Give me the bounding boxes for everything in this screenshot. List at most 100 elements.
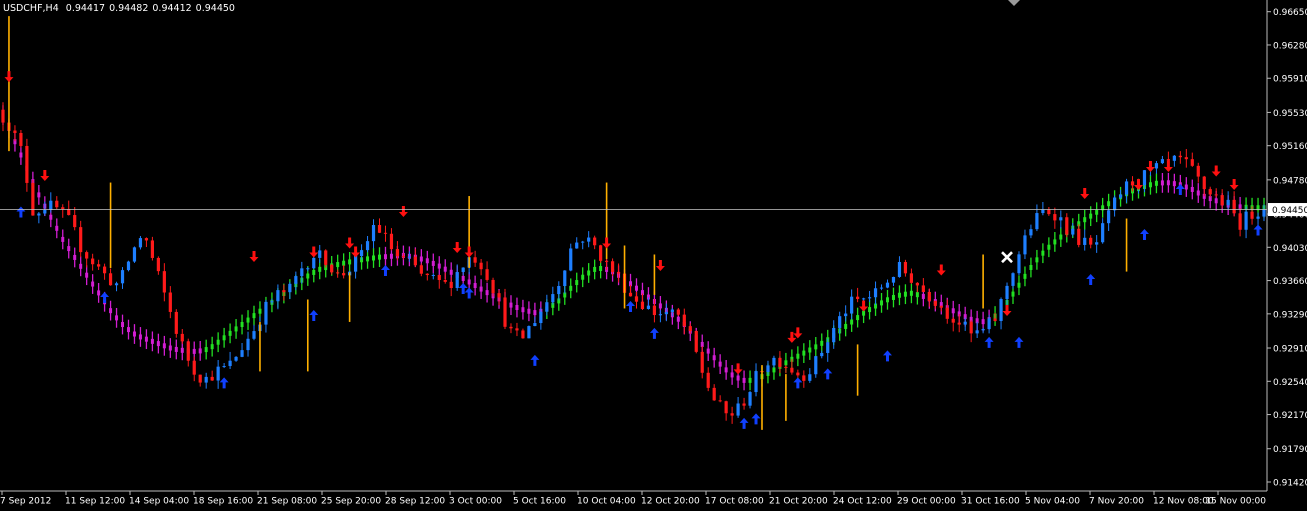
x-tick-label: 7 Nov 20:00 [1089,497,1144,507]
candle-body [867,297,872,299]
up-arrow-icon [1014,336,1024,348]
down-arrow-icon [793,327,803,339]
band-block [1148,182,1152,188]
candle [485,261,489,282]
candle-body [605,260,609,262]
candle-body [306,268,310,270]
low-value: 0.94412 [152,3,192,14]
candle-body [802,375,806,381]
candle [419,263,423,277]
candle-body [252,331,256,339]
band-block [880,300,884,306]
candle-body [359,250,364,257]
candle-body [509,326,513,329]
candle [1178,151,1182,164]
candle-body [820,352,824,357]
band-block [1017,282,1021,288]
x-tick-label: 5 Oct 16:00 [513,497,566,507]
candle-body [31,182,35,216]
band-block [222,335,226,341]
candle [1083,229,1087,251]
candle [461,267,465,276]
candle [1011,272,1015,289]
candle [1017,251,1021,276]
band-block [228,330,232,336]
candle [1107,208,1111,231]
candle-body [1118,194,1123,198]
candle-body [485,269,489,280]
band-block [19,152,23,158]
candle [1065,213,1069,238]
y-tick-label: 0.92170 [1273,411,1307,421]
band-block [1011,291,1015,297]
down-arrow-icon [859,300,869,312]
up-arrow-icon [1175,184,1185,196]
candle-body [1059,217,1063,221]
band-block [981,319,985,325]
candle-body [927,291,931,301]
band-block [306,273,310,279]
candle-body [353,256,358,272]
candle [915,282,919,293]
candle-body [1047,209,1051,215]
candle [724,400,728,421]
band-block [366,256,370,262]
candle-body [1029,229,1033,236]
candle-body [1017,254,1021,274]
candle [957,314,961,333]
candle-body [1160,159,1165,164]
band-block [73,254,77,260]
candle [156,256,160,275]
candle [264,299,268,333]
candle-body [79,227,83,253]
candle-body [97,264,101,267]
band-block [79,263,83,269]
band-block [814,344,818,350]
up-arrow-icon [823,368,833,380]
candle-body [545,302,549,312]
up-arrow-icon [739,417,749,429]
candle-body [682,314,686,327]
candle-body [616,271,621,274]
chart-window[interactable]: 0.96650 0.96280 0.95910 0.95530 0.95160 0.947… [0,0,1307,511]
band-block [921,293,925,299]
band-block [951,308,955,314]
band-block [736,375,740,381]
band-block [1196,190,1200,196]
candle [718,395,722,403]
candle-body [1262,209,1266,217]
price-chart[interactable]: 0.96650 0.96280 0.95910 0.95530 0.95160 0.947… [0,0,1307,511]
candle [1190,152,1194,167]
candle-body [138,238,143,248]
candle-body [431,274,435,276]
candle-body [264,301,268,325]
candle [342,265,346,279]
candle [210,370,214,381]
candle [192,356,196,382]
candle [168,286,172,319]
candle [126,260,131,272]
candle-body [1053,214,1057,221]
candle-body [784,366,788,368]
candle [120,267,125,289]
band-block [485,290,489,296]
candle-body [957,322,961,325]
band-block [55,225,59,231]
candle [676,307,680,316]
x-tick-label: 5 Nov 04:00 [1025,497,1080,507]
y-tick-label: 0.96650 [1273,8,1307,18]
candle [933,300,937,309]
candle [216,360,220,389]
candle [389,228,394,251]
band-block [1023,273,1027,279]
candle-body [712,387,716,401]
band-block [915,292,919,298]
candle-body [939,305,943,308]
band-block [234,326,238,332]
candle-body [903,261,908,274]
candle [569,243,573,272]
band-block [1166,180,1170,186]
window-scroll-marker-icon[interactable] [1008,0,1020,8]
up-arrow-icon [1086,273,1096,285]
indicator-band [1,105,1266,391]
